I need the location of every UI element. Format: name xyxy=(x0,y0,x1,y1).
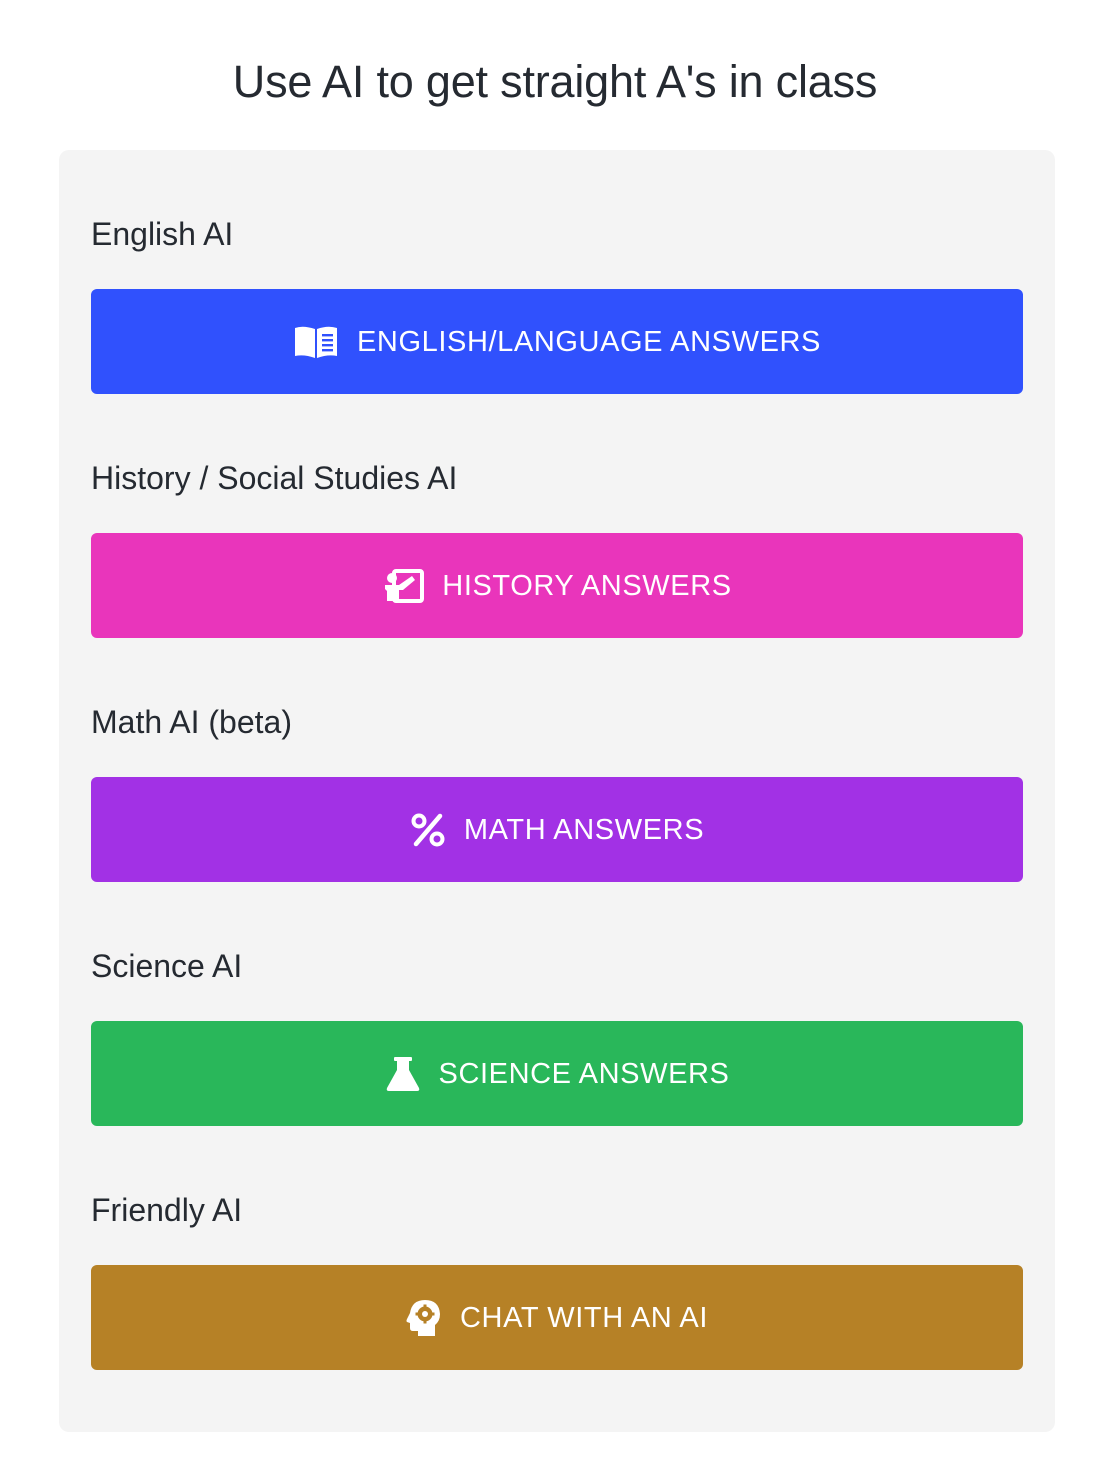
math-answers-button[interactable]: MATH ANSWERS xyxy=(91,777,1023,882)
chalkboard-teacher-icon xyxy=(382,566,425,606)
book-reader-icon xyxy=(293,322,339,362)
history-answers-button[interactable]: HISTORY ANSWERS xyxy=(91,533,1023,638)
head-gear-icon xyxy=(406,1298,442,1338)
chat-ai-label: CHAT WITH AN AI xyxy=(459,1301,708,1334)
science-answers-label: SCIENCE ANSWERS xyxy=(438,1057,730,1090)
english-answers-label: ENGLISH/LANGUAGE ANSWERS xyxy=(356,325,821,358)
science-answers-button[interactable]: SCIENCE ANSWERS xyxy=(91,1021,1023,1126)
percent-icon xyxy=(410,810,446,850)
chat-ai-button[interactable]: CHAT WITH AN AI xyxy=(91,1265,1023,1370)
math-answers-label: MATH ANSWERS xyxy=(463,813,705,846)
subjects-card: English AI ENGLISH/LANGUAGE ANSWERS Hist… xyxy=(59,150,1055,1432)
history-answers-label: HISTORY ANSWERS xyxy=(442,569,732,602)
page-title: Use AI to get straight A's in class xyxy=(232,56,878,107)
section-label-friendly: Friendly AI xyxy=(91,1192,243,1228)
section-label-english: English AI xyxy=(91,216,234,252)
section-label-history: History / Social Studies AI xyxy=(91,460,458,496)
section-label-math: Math AI (beta) xyxy=(91,704,292,740)
flask-icon xyxy=(385,1054,421,1094)
section-label-science: Science AI xyxy=(91,948,243,984)
english-answers-button[interactable]: ENGLISH/LANGUAGE ANSWERS xyxy=(91,289,1023,394)
